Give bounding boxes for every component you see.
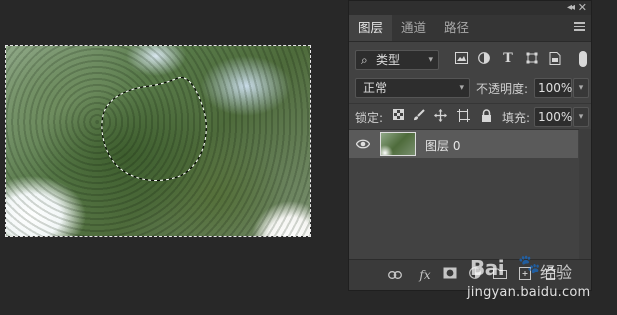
lasso-selection <box>101 77 207 181</box>
